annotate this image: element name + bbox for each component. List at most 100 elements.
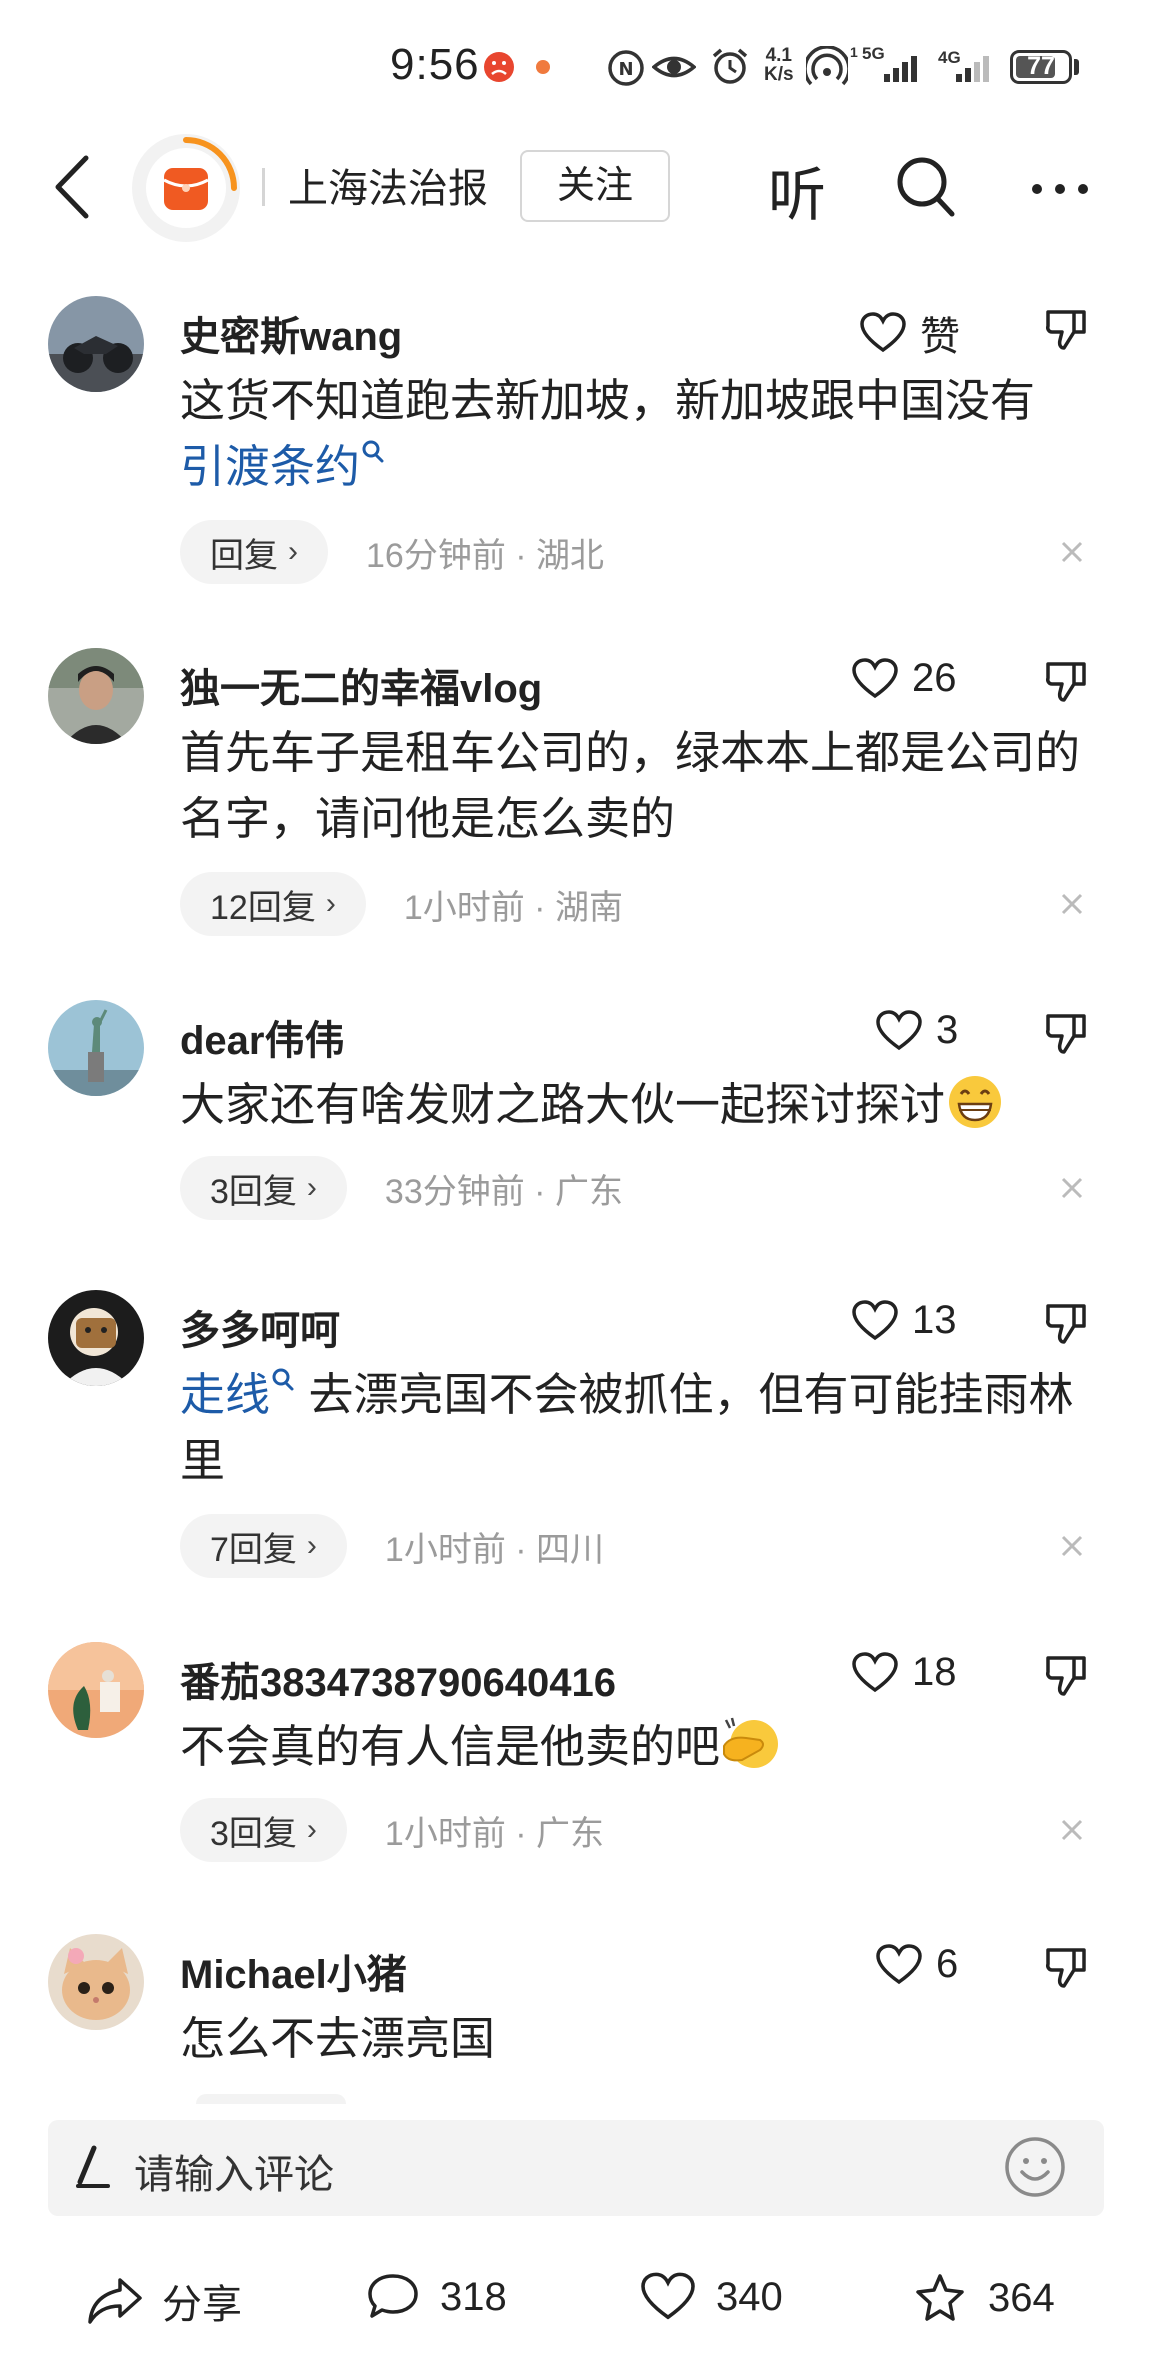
reply-button[interactable]: 7回复 ›	[180, 1514, 347, 1578]
comment-item: 独一无二的幸福vlog 26 首先车子是租车公司的，绿本本上都是公司的名字，请问…	[0, 648, 1152, 948]
comment-text: 首先车子是租车公司的，绿本本上都是公司的名字，请问他是怎么卖的	[180, 727, 1081, 844]
close-icon[interactable]	[1060, 1818, 1084, 1842]
avatar[interactable]	[48, 1000, 144, 1096]
heart-icon	[852, 1651, 898, 1692]
avatar[interactable]	[48, 1290, 144, 1386]
dislike-icon[interactable]	[1044, 1010, 1088, 1056]
comment-username[interactable]: dear伟伟	[180, 1008, 345, 1066]
comment-count-button[interactable]: 318	[366, 2272, 507, 2322]
heart-icon	[876, 1943, 922, 1984]
reply-button[interactable]	[196, 2094, 346, 2104]
avatar[interactable]	[48, 1642, 144, 1738]
keyword-link[interactable]: 走线	[180, 1369, 270, 1420]
keyword-search-icon[interactable]	[360, 438, 386, 468]
chevron-right-icon: ›	[306, 1813, 317, 1846]
heart-icon	[876, 1009, 922, 1050]
comment-username[interactable]: Michael小猪	[180, 1942, 407, 2000]
dislike-icon[interactable]	[1044, 1300, 1088, 1346]
dislike-icon[interactable]	[1044, 306, 1088, 352]
close-icon[interactable]	[1060, 892, 1084, 916]
comment-meta: 7回复 › 1小时前 · 四川	[180, 1514, 604, 1578]
keyword-link[interactable]: 引渡条约	[180, 441, 360, 492]
article-header: 上海法治报 关注 听	[0, 130, 1152, 250]
heart-icon	[852, 1299, 898, 1340]
reply-button[interactable]: 3回复 ›	[180, 1798, 347, 1862]
more-options-icon[interactable]	[1030, 182, 1090, 196]
comment-text: 走线 去漂亮国不会被抓住，但有可能挂雨林里	[180, 1362, 1100, 1494]
comment-text: 怎么不去漂亮国	[180, 2013, 496, 2064]
close-icon[interactable]	[1060, 1176, 1084, 1200]
like-button[interactable]: 18	[852, 1650, 957, 1695]
dislike-icon[interactable]	[1044, 1944, 1088, 1990]
comment-username[interactable]: 史密斯wang	[180, 304, 402, 362]
chevron-right-icon: ›	[306, 1171, 317, 1204]
dislike-icon[interactable]	[1044, 658, 1088, 704]
avatar[interactable]	[48, 1934, 144, 2030]
time-location: 16分钟前 · 湖北	[366, 536, 605, 575]
comment-input[interactable]: 请输入评论	[48, 2120, 1104, 2216]
avatar[interactable]	[48, 296, 144, 392]
like-count: 3	[936, 1008, 959, 1052]
time-location: 1小时前 · 四川	[384, 1530, 605, 1569]
dislike-icon[interactable]	[1044, 1652, 1088, 1698]
like-count-button[interactable]: 340	[640, 2272, 783, 2322]
account-name[interactable]: 上海法治报	[288, 156, 488, 214]
keyword-search-icon[interactable]	[270, 1366, 296, 1396]
comment-item: 番茄3834738790640416 18 不会真的有人信是他卖的吧 3回复 › …	[0, 1642, 1152, 1882]
eye-comfort-icon	[652, 56, 696, 78]
alarm-icon	[712, 48, 748, 84]
comment-text: 大家还有啥发财之路大伙一起探讨探讨	[180, 1072, 1100, 1138]
comment-item: 史密斯wang 赞 这货不知道跑去新加坡，新加坡跟中国没有 引渡条约 回复 › 16…	[0, 296, 1152, 596]
bottom-action-bar: 分享 318 340 364	[0, 2250, 1152, 2376]
time-location: 1小时前 · 湖南	[403, 888, 623, 927]
clock: 9:56	[390, 40, 480, 89]
listen-button[interactable]: 听	[768, 148, 826, 232]
favorite-button[interactable]: 364	[912, 2272, 1055, 2324]
data-saver-icon: N	[608, 50, 644, 86]
notification-emoji-icon	[484, 52, 514, 82]
comment-text: 这货不知道跑去新加坡，新加坡跟中国没有 引渡条约	[180, 375, 1036, 492]
like-count: 18	[912, 1650, 957, 1694]
avatar[interactable]	[48, 648, 144, 744]
grinning-emoji-icon	[949, 1076, 1002, 1128]
heart-icon	[641, 2272, 695, 2320]
status-bar: 9:56 N 4.1 K/s 1 5G 4G 77	[0, 0, 1152, 130]
reply-button[interactable]: 12回复 ›	[180, 872, 366, 936]
time-location: 1小时前 · 广东	[384, 1814, 605, 1853]
comment-bubble-icon	[368, 2274, 418, 2318]
heart-icon	[852, 657, 898, 698]
account-avatar[interactable]	[132, 134, 240, 242]
comment-username[interactable]: 番茄3834738790640416	[180, 1650, 616, 1708]
follow-button[interactable]: 关注	[520, 150, 670, 222]
back-arrow-icon[interactable]	[44, 152, 104, 222]
notification-dot-icon	[536, 60, 550, 74]
face-with-hand-emoji-icon	[723, 1717, 779, 1768]
pencil-icon	[76, 2145, 110, 2188]
comment-username[interactable]: 独一无二的幸福vlog	[180, 656, 542, 714]
heart-icon	[860, 312, 906, 353]
like-button[interactable]: 6	[876, 1942, 958, 1987]
share-icon	[88, 2278, 142, 2324]
like-button[interactable]: 26	[852, 656, 957, 701]
share-button[interactable]: 分享	[86, 2272, 242, 2330]
emoji-picker-icon[interactable]	[1002, 2134, 1068, 2200]
reply-button[interactable]: 回复 ›	[180, 520, 328, 584]
comment-meta: 12回复 › 1小时前 · 湖南	[180, 872, 623, 936]
like-button[interactable]: 3	[876, 1008, 958, 1053]
close-icon[interactable]	[1060, 1534, 1084, 1558]
close-icon[interactable]	[1060, 540, 1084, 564]
comment-text: 不会真的有人信是他卖的吧	[180, 1714, 1100, 1780]
comment-username[interactable]: 多多呵呵	[180, 1298, 340, 1356]
comment-input-placeholder: 请输入评论	[134, 2153, 334, 2197]
comment-meta: 3回复 › 1小时前 · 广东	[180, 1798, 604, 1862]
reply-button[interactable]: 3回复 ›	[180, 1156, 347, 1220]
like-count: 赞	[920, 315, 960, 359]
like-button[interactable]: 13	[852, 1298, 957, 1343]
battery-icon: 77	[1010, 50, 1072, 84]
comment-meta: 3回复 › 33分钟前 · 广东	[180, 1156, 623, 1220]
signal-icon-sim2	[956, 56, 989, 82]
like-button[interactable]: 赞	[860, 304, 960, 362]
like-count: 26	[912, 656, 957, 700]
hotspot-icon	[806, 46, 848, 86]
search-icon[interactable]	[894, 152, 958, 220]
